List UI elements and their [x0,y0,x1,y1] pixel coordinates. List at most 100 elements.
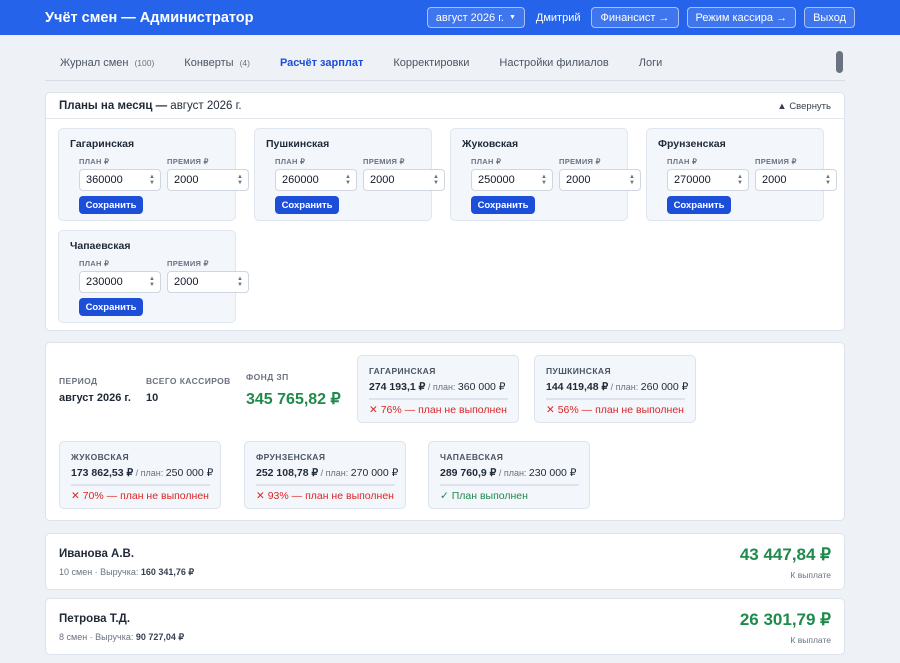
branch-result-status: ✕ 93% — план не выполнен [256,490,394,502]
tab-label: Настройки филиалов [499,56,609,69]
spinner-icon[interactable]: ▲ ▼ [629,174,635,186]
plans-title-text: Планы на месяц — [59,100,171,112]
fact-value: 252 108,78 ₽ [256,467,319,479]
fund-value: 345 765,82 ₽ [246,391,341,408]
chevron-down-icon: ▼ [508,14,516,21]
period-label: ПЕРИОД [59,376,98,386]
bonus-input[interactable]: 2000 ▲ ▼ [167,169,249,191]
save-button[interactable]: Сохранить [275,196,339,214]
branch-result-name: ЖУКОВСКАЯ [71,452,129,462]
branch-plan-card: Пушкинская ПЛАН ₽ ПРЕМИЯ ₽ 260000 ▲ ▼ 2000… [254,128,445,221]
employee-card[interactable]: Иванова А.В. 10 смен · Выручка: 160 341,… [45,533,845,590]
plan-input[interactable]: 230000 ▲ ▼ [79,271,161,293]
employee-meta-text: 10 смен · Выручка: [59,567,141,577]
bonus-input-value: 2000 [174,174,199,186]
spinner-icon[interactable]: ▲ ▼ [345,174,351,186]
plan-label: ПЛАН ₽ [275,157,306,166]
bonus-input[interactable]: 2000 ▲ ▼ [167,271,249,293]
bonus-input[interactable]: 2000 ▲ ▼ [363,169,445,191]
spinner-icon[interactable]: ▲ ▼ [237,276,243,288]
tab-envelopes[interactable]: Конверты (4) [169,45,265,81]
plan-label: ПЛАН ₽ [667,157,698,166]
plan-label: ПЛАН ₽ [79,259,110,268]
plan-value: 260 000 ₽ [640,381,689,393]
bonus-input[interactable]: 2000 ▲ ▼ [755,169,837,191]
branch-name: Фрунзенская [658,138,726,150]
branch-result-card: ПУШКИНСКАЯ 144 419,48 ₽ / план: 260 000 … [534,355,696,423]
employee-card[interactable]: Петрова Т.Д. 8 смен · Выручка: 90 727,04… [45,598,845,655]
cashier-mode-button[interactable]: Режим кассира → [686,7,797,28]
save-button[interactable]: Сохранить [79,196,143,214]
spinner-icon[interactable]: ▲ ▼ [737,174,743,186]
top-bar: Учёт смен — Администратор август 2026 г.… [0,0,900,35]
plan-prefix: / план: [133,468,166,478]
save-button[interactable]: Сохранить [471,196,535,214]
save-button[interactable]: Сохранить [667,196,731,214]
payout-label: К выплате [790,570,831,580]
bonus-input[interactable]: 2000 ▲ ▼ [559,169,641,191]
bonus-label: ПРЕМИЯ ₽ [167,157,209,166]
financier-mode-button[interactable]: Финансист → [591,7,679,28]
cashiers-label: ВСЕГО КАССИРОВ [146,376,231,386]
plan-input[interactable]: 250000 ▲ ▼ [471,169,553,191]
fund-label: ФОНД ЗП [246,372,289,382]
plan-input-value: 230000 [86,276,123,288]
branch-result-name: ФРУНЗЕНСКАЯ [256,452,326,462]
spinner-icon[interactable]: ▲ ▼ [237,174,243,186]
fact-value: 274 193,1 ₽ [369,381,426,393]
save-button[interactable]: Сохранить [79,298,143,316]
tab-corrections[interactable]: Корректировки [378,45,484,81]
bonus-input-value: 2000 [566,174,591,186]
tab-logs[interactable]: Логи [624,45,678,81]
monthly-plans-panel: Планы на месяц — август 2026 г. ▲ Сверну… [45,92,845,331]
app-title: Учёт смен — Администратор [45,9,254,26]
plan-input[interactable]: 360000 ▲ ▼ [79,169,161,191]
branch-result-name: ПУШКИНСКАЯ [546,366,611,376]
spinner-icon[interactable]: ▲ ▼ [541,174,547,186]
employee-revenue: 90 727,04 ₽ [135,632,185,642]
tab-label: Журнал смен [60,56,129,69]
branch-name: Гагаринская [70,138,135,150]
plan-prefix: / план: [608,382,641,392]
plan-input[interactable]: 260000 ▲ ▼ [275,169,357,191]
bonus-label: ПРЕМИЯ ₽ [755,157,797,166]
branch-result-card: ФРУНЗЕНСКАЯ 252 108,78 ₽ / план: 270 000… [244,441,406,509]
spinner-icon[interactable]: ▲ ▼ [825,174,831,186]
branch-result-card: ГАГАРИНСКАЯ 274 193,1 ₽ / план: 360 000 … [357,355,519,423]
scrollbar-thumb[interactable] [836,51,843,73]
month-selector-label: август 2026 г. [435,11,504,24]
salary-summary-panel: ПЕРИОД август 2026 г. ВСЕГО КАССИРОВ 10 … [45,342,845,521]
branch-result-name: ГАГАРИНСКАЯ [369,366,436,376]
fact-value: 144 419,48 ₽ [546,381,609,393]
branch-plan-card: Фрунзенская ПЛАН ₽ ПРЕМИЯ ₽ 270000 ▲ ▼ 200… [646,128,837,221]
branch-result-status: ✕ 56% — план не выполнен [546,404,684,416]
logout-button[interactable]: Выход [804,7,855,28]
collapse-button[interactable]: ▲ Свернуть [777,101,831,112]
tab-branch-settings[interactable]: Настройки филиалов [484,45,623,81]
spinner-icon[interactable]: ▲ ▼ [149,276,155,288]
tab-shift-log[interactable]: Журнал смен (100) [45,45,169,81]
bonus-input-value: 2000 [174,276,199,288]
spinner-icon[interactable]: ▲ ▼ [433,174,439,186]
plan-input[interactable]: 270000 ▲ ▼ [667,169,749,191]
period-value: август 2026 г. [59,392,131,404]
payout-label: К выплате [790,635,831,645]
branch-result-fact: 144 419,48 ₽ / план: 260 000 ₽ [546,381,688,393]
plans-title: Планы на месяц — август 2026 г. [59,100,242,112]
branch-result-card: ЧАПАЕВСКАЯ 289 760,9 ₽ / план: 230 000 ₽… [428,441,590,509]
progress-bar [440,484,579,486]
bonus-input-value: 2000 [370,174,395,186]
branch-result-fact: 252 108,78 ₽ / план: 270 000 ₽ [256,467,398,479]
progress-bar [546,398,685,400]
branch-name: Чапаевская [70,240,131,252]
spinner-icon[interactable]: ▲ ▼ [149,174,155,186]
branch-plan-card: Жуковская ПЛАН ₽ ПРЕМИЯ ₽ 250000 ▲ ▼ 2000 ▲… [450,128,641,221]
progress-bar [369,398,508,400]
tab-bar: Журнал смен (100) Конверты (4) Расчёт зарп… [45,45,845,81]
plan-input-value: 260000 [282,174,319,186]
employee-meta: 8 смен · Выручка: 90 727,04 ₽ [59,632,184,643]
branch-result-status: ✕ 76% — план не выполнен [369,404,507,416]
plan-label: ПЛАН ₽ [79,157,110,166]
month-selector-button[interactable]: август 2026 г. ▼ [426,7,525,28]
tab-salary-calc[interactable]: Расчёт зарплат [265,45,378,81]
